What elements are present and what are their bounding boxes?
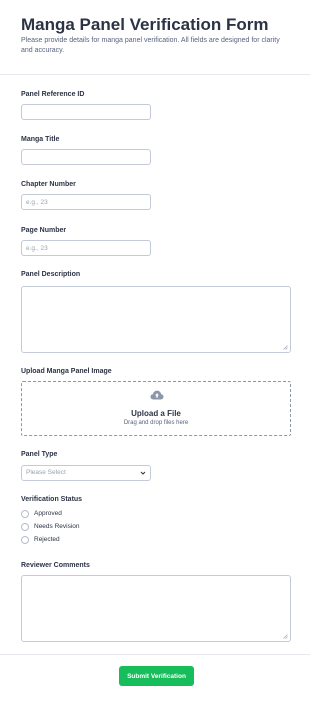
manga-title-label: Manga Title bbox=[21, 136, 60, 143]
form-subtitle: Please provide details for manga panel v… bbox=[21, 37, 280, 54]
upload-title: Upload a File bbox=[131, 409, 181, 418]
upload-subtitle: Drag and drop files here bbox=[123, 420, 189, 426]
verification-status-label: Verification Status bbox=[21, 496, 83, 503]
chapter-number-label: Chapter Number bbox=[21, 181, 76, 188]
radio-circle[interactable] bbox=[21, 523, 29, 531]
page-number-label: Page Number bbox=[21, 227, 67, 234]
chevron-down-icon bbox=[140, 471, 146, 475]
panel-description-textarea[interactable] bbox=[21, 286, 291, 353]
radio-circle[interactable] bbox=[21, 510, 29, 518]
submit-verification-button[interactable]: Submit Verification bbox=[119, 666, 194, 686]
panel-type-selected-value: Please Select bbox=[26, 469, 66, 476]
resize-grip-icon[interactable] bbox=[283, 345, 288, 350]
reviewer-comments-textarea[interactable] bbox=[21, 575, 291, 642]
page-number-input[interactable] bbox=[21, 240, 151, 256]
panel-description-label: Panel Description bbox=[21, 271, 81, 278]
reviewer-comments-label: Reviewer Comments bbox=[21, 562, 90, 569]
form-title: Manga Panel Verification Form bbox=[21, 15, 269, 34]
upload-image-label: Upload Manga Panel Image bbox=[21, 368, 112, 375]
radio-label-approved: Approved bbox=[34, 510, 62, 517]
chapter-number-input[interactable] bbox=[21, 194, 151, 210]
panel-type-select[interactable]: Please Select bbox=[21, 465, 151, 481]
panel-reference-id-input[interactable] bbox=[21, 104, 151, 120]
footer-divider bbox=[0, 654, 310, 655]
manga-title-input[interactable] bbox=[21, 149, 151, 165]
resize-grip-icon[interactable] bbox=[283, 634, 288, 639]
cloud-upload-icon bbox=[150, 390, 164, 400]
form-header: Manga Panel Verification Form Please pro… bbox=[0, 0, 310, 75]
radio-circle[interactable] bbox=[21, 536, 29, 544]
panel-reference-id-label: Panel Reference ID bbox=[21, 91, 85, 98]
radio-label-needs-revision: Needs Revision bbox=[34, 523, 80, 530]
file-upload-dropzone[interactable]: Upload a File Drag and drop files here bbox=[21, 381, 291, 436]
panel-type-label: Panel Type bbox=[21, 451, 58, 458]
radio-label-rejected: Rejected bbox=[34, 536, 60, 543]
